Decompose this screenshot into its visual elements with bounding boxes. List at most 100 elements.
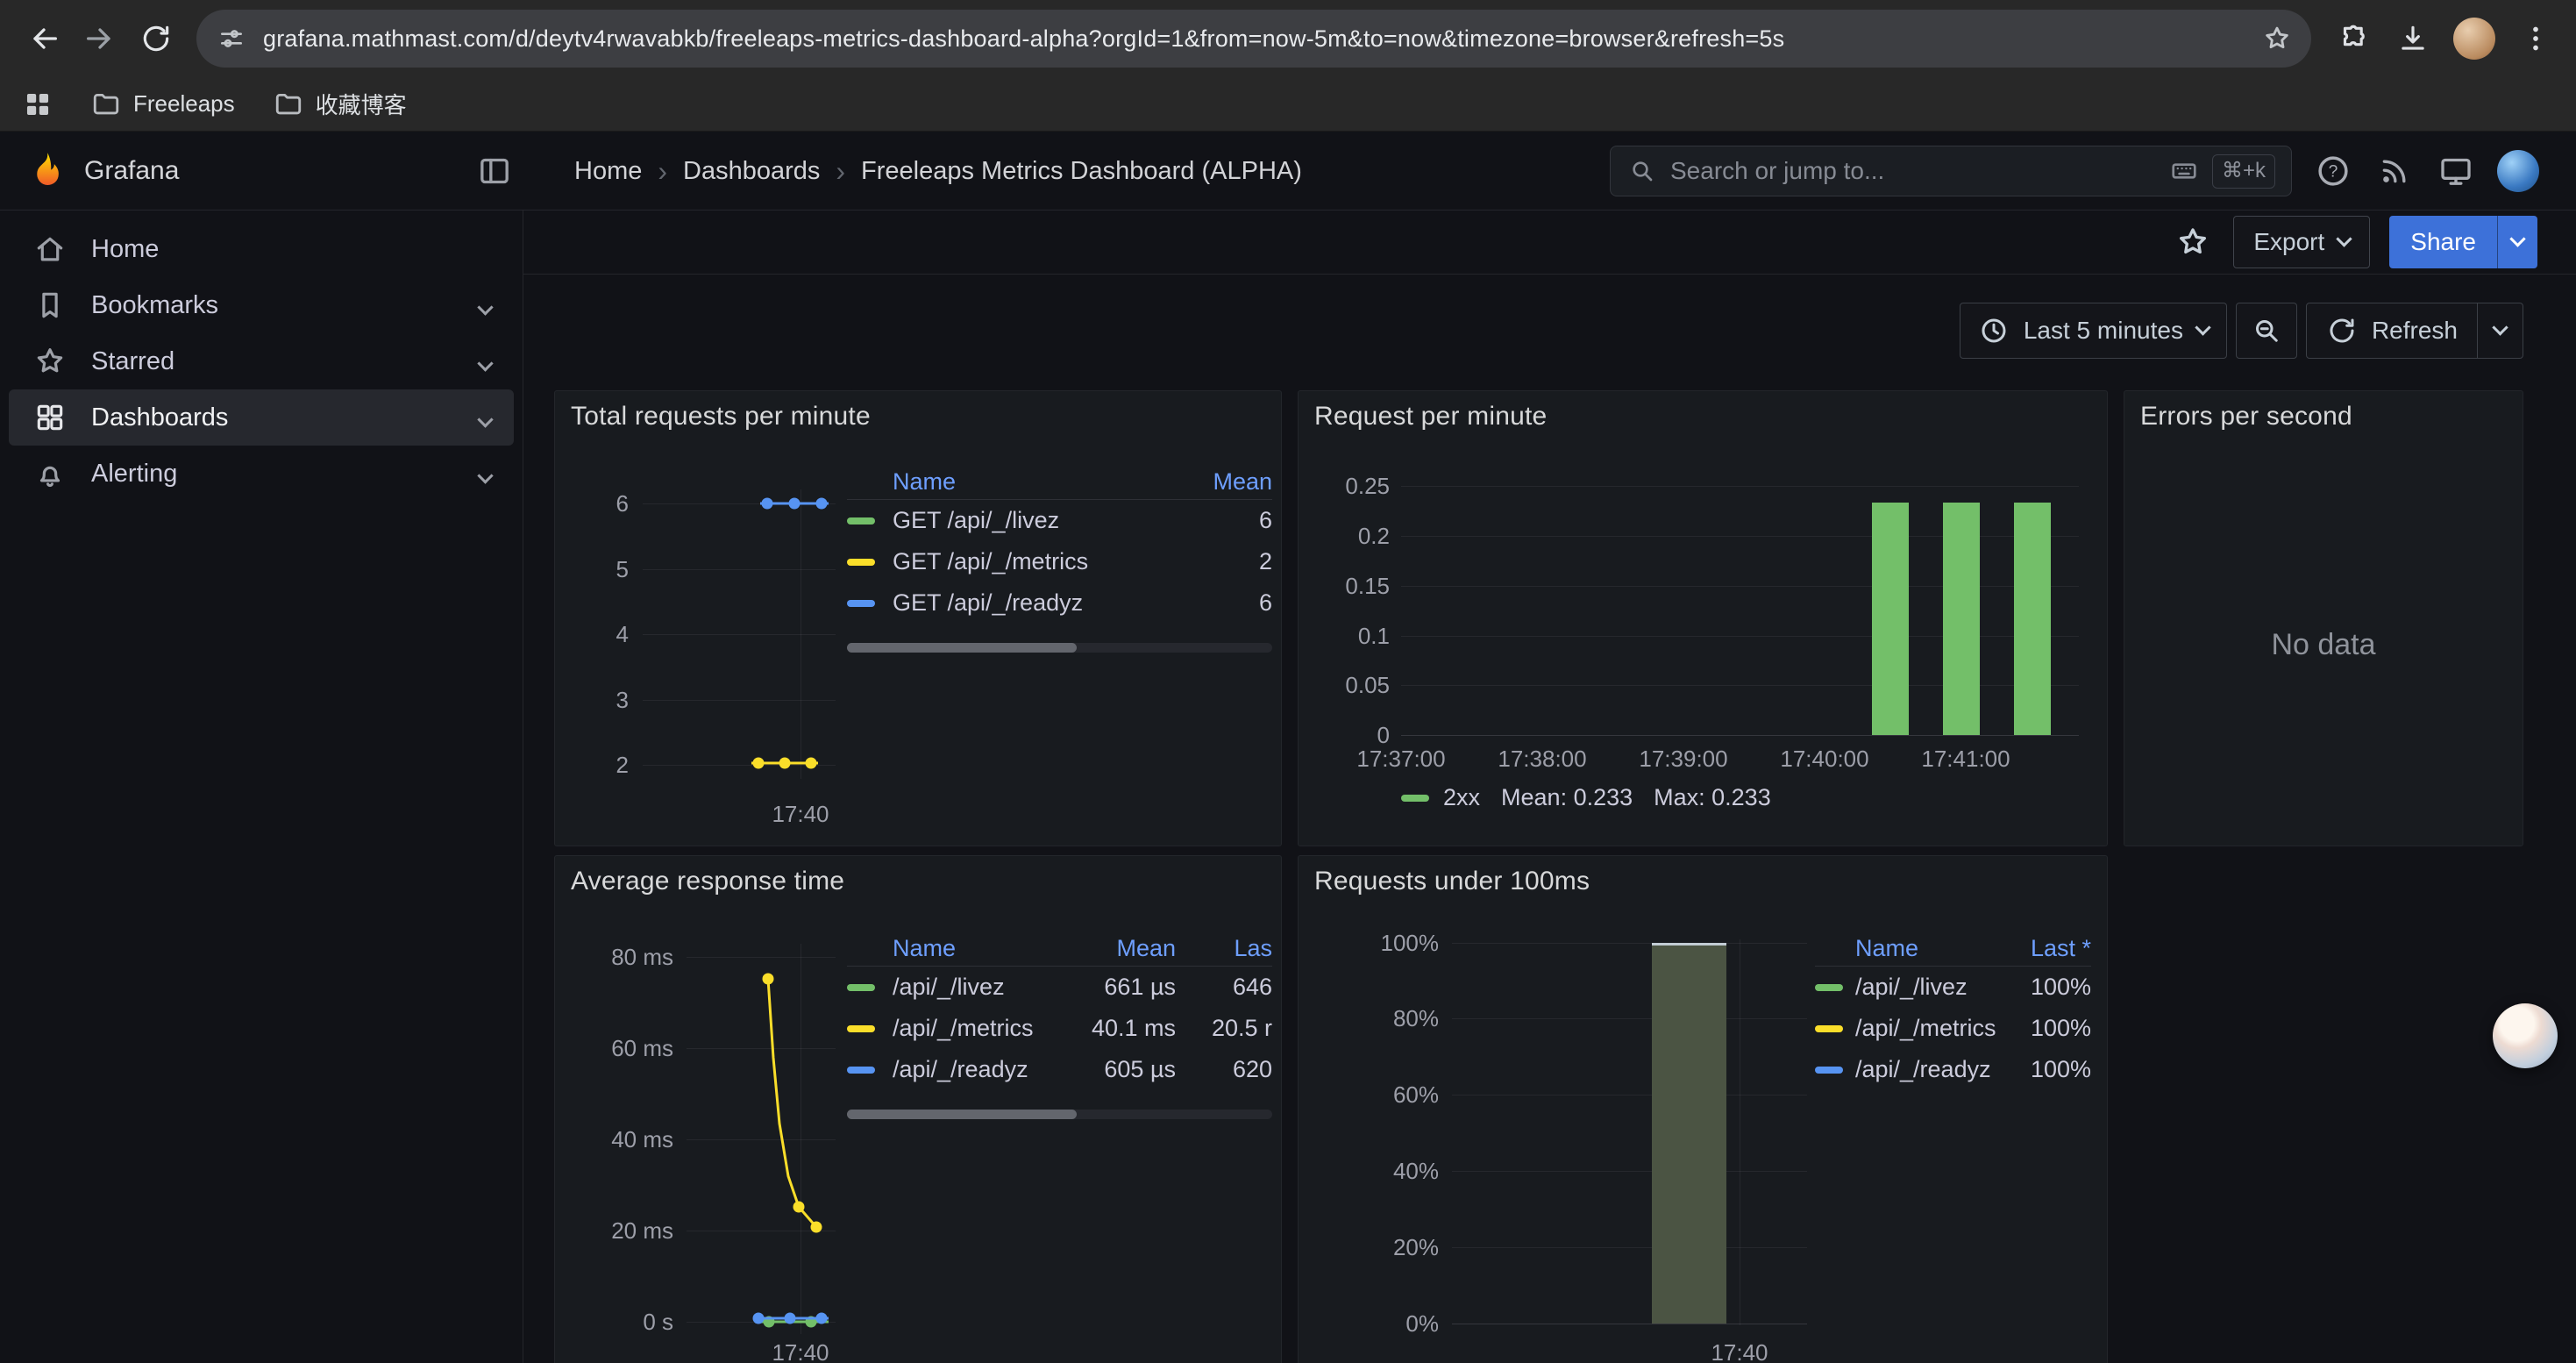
x-axis-tick: 17:41:00 <box>1896 745 2036 773</box>
sidebar-item-dashboards[interactable]: Dashboards <box>9 389 514 446</box>
sidebar-item-bookmarks[interactable]: Bookmarks <box>9 277 514 333</box>
legend-row[interactable]: /api/_/metrics 40.1 ms 20.5 r <box>847 1008 1272 1049</box>
series-last: 100% <box>2017 1015 2091 1042</box>
legend-row[interactable]: GET /api/_/metrics 2 <box>847 541 1272 582</box>
legend-scrollbar[interactable] <box>847 643 1272 653</box>
sidebar-item-home[interactable]: Home <box>9 221 514 277</box>
series-color-dash <box>847 600 875 607</box>
display-button[interactable] <box>2436 151 2476 191</box>
legend-scrollbar-thumb[interactable] <box>847 643 1077 653</box>
series-name[interactable]: 2xx <box>1443 784 1480 811</box>
series-name: /api/_/readyz <box>893 1056 1071 1083</box>
chevron-down-icon[interactable] <box>480 347 491 376</box>
series-color-dash <box>1815 1067 1843 1074</box>
series-mean: Mean: 0.233 <box>1501 784 1633 811</box>
bookmark-folder-blog[interactable]: 收藏博客 <box>274 88 407 120</box>
assistant-avatar[interactable] <box>2493 1003 2558 1068</box>
y-axis-tick: 20% <box>1299 1233 1439 1261</box>
breadcrumb: Home Dashboards Freeleaps Metrics Dashbo… <box>574 132 1302 211</box>
panel-title[interactable]: Requests under 100ms <box>1314 867 1590 896</box>
y-axis-tick: 80% <box>1299 1004 1439 1032</box>
brand-title: Grafana <box>84 132 179 211</box>
share-split-button: Share <box>2389 216 2537 268</box>
series-name: GET /api/_/readyz <box>893 589 1193 617</box>
refresh-icon <box>2326 315 2358 346</box>
series-mean: 40.1 ms <box>1071 1015 1176 1042</box>
folder-icon <box>91 89 121 119</box>
legend-last-header[interactable]: Last * <box>2017 935 2091 962</box>
legend-row[interactable]: GET /api/_/livez 6 <box>847 500 1272 541</box>
legend-row[interactable]: /api/_/livez 100% <box>1815 967 2091 1008</box>
share-dropdown-button[interactable] <box>2497 216 2537 268</box>
grafana-logo[interactable] <box>26 151 67 191</box>
downloads-button[interactable] <box>2388 14 2437 63</box>
puzzle-icon <box>2337 22 2370 55</box>
legend-row[interactable]: GET /api/_/readyz 6 <box>847 582 1272 624</box>
legend-mean-header[interactable]: Mean <box>1193 468 1272 496</box>
chevron-down-icon[interactable] <box>480 403 491 432</box>
panel-total-requests: Total requests per minute 6 5 4 3 2 17:4… <box>554 390 1282 846</box>
apps-grid-icon[interactable] <box>23 89 53 119</box>
refresh-button[interactable]: Refresh <box>2307 303 2477 358</box>
panel-title[interactable]: Request per minute <box>1314 402 1547 432</box>
legend-name-header[interactable]: Name <box>1855 935 2017 962</box>
bookmark-star-icon[interactable] <box>2262 24 2292 54</box>
breadcrumb-separator <box>658 155 667 188</box>
series-color-dash <box>847 984 875 991</box>
chevron-down-icon <box>2492 319 2508 335</box>
legend-name-header[interactable]: Name <box>893 468 1193 496</box>
browser-menu-button[interactable] <box>2511 14 2560 63</box>
panel-title[interactable]: Errors per second <box>2140 402 2352 432</box>
browser-back-button[interactable] <box>16 11 72 67</box>
extensions-button[interactable] <box>2329 14 2378 63</box>
panel-requests-under-100ms: Requests under 100ms 100% 80% 60% 40% 20… <box>1298 855 2108 1363</box>
time-range-button[interactable]: Last 5 minutes <box>1960 303 2227 359</box>
share-button[interactable]: Share <box>2389 216 2497 268</box>
export-button[interactable]: Export <box>2233 216 2370 268</box>
legend-row[interactable]: /api/_/readyz 100% <box>1815 1049 2091 1090</box>
legend-header: Name Mean <box>847 465 1272 500</box>
zoom-out-button[interactable] <box>2236 303 2297 359</box>
browser-forward-button[interactable] <box>72 11 128 67</box>
legend-row[interactable]: /api/_/livez 661 µs 646 <box>847 967 1272 1008</box>
bookmarks-bar: Freeleaps 收藏博客 <box>0 77 2576 132</box>
header-actions: ⌘+k ? <box>1610 132 2539 211</box>
star-icon <box>2175 225 2210 260</box>
legend-row[interactable]: /api/_/metrics 100% <box>1815 1008 2091 1049</box>
sidebar-toggle-button[interactable] <box>475 152 514 190</box>
series-mean: 6 <box>1193 589 1272 617</box>
refresh-interval-button[interactable] <box>2477 303 2523 358</box>
legend-name-header[interactable]: Name <box>893 935 1071 962</box>
search-input[interactable] <box>1670 157 2156 185</box>
y-axis-tick: 0.1 <box>1299 622 1390 650</box>
help-button[interactable]: ? <box>2313 151 2353 191</box>
chevron-down-icon[interactable] <box>480 460 491 489</box>
chevron-down-icon[interactable] <box>480 291 491 320</box>
favorite-star-button[interactable] <box>2172 221 2214 263</box>
bookmark-folder-freeleaps[interactable]: Freeleaps <box>91 89 235 119</box>
news-button[interactable] <box>2374 151 2415 191</box>
legend-header: Name Mean Las <box>847 931 1272 967</box>
browser-reload-button[interactable] <box>128 11 184 67</box>
site-settings-icon[interactable] <box>217 25 246 53</box>
search-bar[interactable]: ⌘+k <box>1610 146 2292 196</box>
sidebar-item-starred[interactable]: Starred <box>9 333 514 389</box>
breadcrumb-dashboards[interactable]: Dashboards <box>683 157 820 186</box>
legend-row[interactable]: /api/_/readyz 605 µs 620 <box>847 1049 1272 1090</box>
url-text: grafana.mathmast.com/d/deytv4rwavabkb/fr… <box>263 25 2262 53</box>
legend-scrollbar-thumb[interactable] <box>847 1110 1077 1119</box>
user-avatar[interactable] <box>2497 150 2539 192</box>
breadcrumb-home[interactable]: Home <box>574 157 642 186</box>
legend-last-header[interactable]: Las <box>1193 935 1272 962</box>
series-color-dash <box>847 559 875 566</box>
legend: Name Mean GET /api/_/livez 6 GET /api/_/… <box>847 465 1272 653</box>
url-bar[interactable]: grafana.mathmast.com/d/deytv4rwavabkb/fr… <box>196 10 2311 68</box>
panel-errors-per-second: Errors per second No data <box>2124 390 2523 846</box>
legend-mean-header[interactable]: Mean <box>1071 935 1176 962</box>
sidebar-item-alerting[interactable]: Alerting <box>9 446 514 502</box>
browser-profile-avatar[interactable] <box>2453 18 2495 60</box>
rss-icon <box>2377 153 2412 189</box>
legend-scrollbar[interactable] <box>847 1110 1272 1119</box>
series-name: /api/_/metrics <box>893 1015 1071 1042</box>
forward-arrow-icon <box>82 21 117 56</box>
